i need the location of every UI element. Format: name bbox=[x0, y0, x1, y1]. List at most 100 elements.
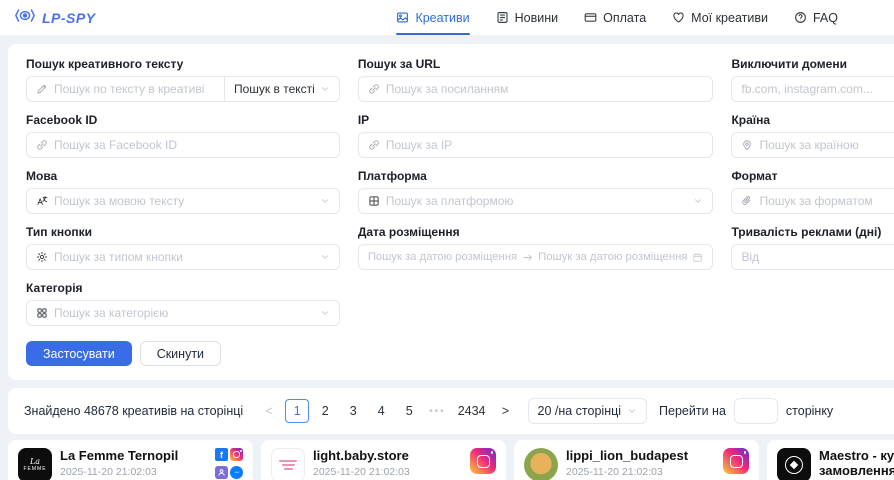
select-placeholder: Пошук за категорією bbox=[54, 306, 168, 320]
pin-icon bbox=[741, 139, 753, 151]
prev-page-button[interactable]: < bbox=[257, 399, 281, 423]
language-select[interactable]: Пошук за мовою тексту bbox=[26, 188, 340, 214]
nav-item-payment[interactable]: Оплата bbox=[584, 0, 646, 36]
next-page-button[interactable]: > bbox=[494, 399, 518, 423]
field-label: Тривалість реклами (дні) bbox=[731, 225, 894, 239]
reset-button[interactable]: Скинути bbox=[140, 341, 221, 366]
select-placeholder: Пошук за мовою тексту bbox=[54, 194, 184, 208]
results-bar: Знайдено 48678 креативів на сторінці < 1… bbox=[8, 388, 894, 434]
image-icon bbox=[396, 11, 409, 24]
field-url: Пошук за URL bbox=[358, 57, 714, 102]
exclude-domains-input[interactable] bbox=[741, 82, 894, 96]
page-button-5[interactable]: 5 bbox=[397, 399, 421, 423]
creative-date: 2025-11-20 21:02:03 bbox=[60, 466, 207, 478]
date-range-picker[interactable]: Пошук за датою розміщення Пошук за датою… bbox=[358, 244, 714, 270]
nav-item-news[interactable]: Новини bbox=[496, 0, 559, 36]
chevron-down-icon bbox=[320, 196, 330, 206]
chevron-down-icon bbox=[320, 252, 330, 262]
creative-card[interactable]: light.baby.store 2025-11-20 21:02:03 3 d… bbox=[261, 440, 506, 480]
field-label: Дата розміщення bbox=[358, 225, 714, 239]
format-control bbox=[731, 188, 894, 214]
advertiser-name: lippi_lion_budapest bbox=[566, 448, 715, 463]
nav-item-faq[interactable]: FAQ bbox=[794, 0, 838, 36]
page-button-last[interactable]: 2434 bbox=[454, 399, 490, 423]
field-label: Формат bbox=[731, 169, 894, 183]
duration-from-input[interactable] bbox=[741, 250, 894, 264]
audience-network-icon bbox=[215, 466, 228, 479]
pagination-ellipsis[interactable]: ••• bbox=[425, 399, 450, 423]
select-placeholder: Пошук за платформою bbox=[386, 194, 514, 208]
page-size-value: 20 /на сторінці bbox=[538, 404, 622, 418]
ip-input[interactable] bbox=[386, 138, 704, 152]
pagination: < 1 2 3 4 5 ••• 2434 > bbox=[257, 399, 517, 423]
field-category: Категорія Пошук за категорією bbox=[26, 281, 340, 326]
page-button-3[interactable]: 3 bbox=[341, 399, 365, 423]
link-icon bbox=[368, 83, 380, 95]
field-country: Країна bbox=[731, 113, 894, 158]
chevron-down-icon bbox=[320, 308, 330, 318]
paperclip-icon bbox=[741, 195, 753, 207]
creative-cards-row: La FEMME La Femme Ternopil 2025-11-20 21… bbox=[0, 440, 894, 480]
field-label: Країна bbox=[731, 113, 894, 127]
page-button-4[interactable]: 4 bbox=[369, 399, 393, 423]
field-exclude-domains: Виключити домени bbox=[731, 57, 894, 102]
nav-label: Креативи bbox=[415, 11, 469, 25]
field-language: Мова Пошук за мовою тексту bbox=[26, 169, 340, 214]
category-select[interactable]: Пошук за категорією bbox=[26, 300, 340, 326]
creative-text-input[interactable] bbox=[54, 82, 209, 96]
mode-value: Пошук в тексті bbox=[234, 82, 315, 96]
eye-spy-icon bbox=[14, 8, 36, 28]
field-label: Пошук креативного тексту bbox=[26, 57, 340, 71]
duration-from-control bbox=[731, 244, 894, 270]
date-from-placeholder: Пошук за датою розміщення bbox=[368, 251, 517, 263]
button-type-select[interactable]: Пошук за типом кнопки bbox=[26, 244, 340, 270]
url-input[interactable] bbox=[386, 82, 704, 96]
goto-page: Перейти на сторінку bbox=[659, 398, 833, 424]
avatar bbox=[271, 448, 305, 480]
facebook-id-input[interactable] bbox=[54, 138, 330, 152]
creative-card[interactable]: Maestro - кухні, меблі під замовлення в … bbox=[767, 440, 894, 480]
field-label: Платформа bbox=[358, 169, 714, 183]
platform-icons bbox=[723, 448, 749, 480]
avatar bbox=[524, 448, 558, 480]
field-platform: Платформа Пошук за платформою bbox=[358, 169, 714, 214]
app-header: LP-SPY Креативи Новини Оплата Мої креати… bbox=[0, 0, 894, 36]
field-label: Категорія bbox=[26, 281, 340, 295]
date-to-placeholder: Пошук за датою розміщення bbox=[538, 251, 687, 263]
creative-card[interactable]: La FEMME La Femme Ternopil 2025-11-20 21… bbox=[8, 440, 253, 480]
text-search-mode-select[interactable]: Пошук в тексті bbox=[224, 77, 339, 101]
arrow-right-icon bbox=[522, 252, 533, 263]
results-summary: Знайдено 48678 креативів на сторінці bbox=[24, 404, 243, 418]
avatar-text: La bbox=[30, 458, 40, 466]
field-label: Мова bbox=[26, 169, 340, 183]
instagram-icon bbox=[470, 448, 496, 474]
page-button-1[interactable]: 1 bbox=[285, 399, 309, 423]
nav-item-creatives[interactable]: Креативи bbox=[396, 0, 469, 36]
country-input[interactable] bbox=[759, 138, 894, 152]
brand-logo[interactable]: LP-SPY bbox=[14, 8, 96, 28]
avatar: La FEMME bbox=[18, 448, 52, 480]
platform-select[interactable]: Пошук за платформою bbox=[358, 188, 714, 214]
apply-button[interactable]: Застосувати bbox=[26, 341, 132, 366]
advertiser-name: La Femme Ternopil bbox=[60, 448, 207, 463]
goto-page-input[interactable] bbox=[734, 398, 778, 424]
nav-label: FAQ bbox=[813, 11, 838, 25]
gear-icon bbox=[36, 251, 48, 263]
format-input[interactable] bbox=[759, 194, 894, 208]
creative-card[interactable]: lippi_lion_budapest 2025-11-20 21:02:03 … bbox=[514, 440, 759, 480]
instagram-icon bbox=[230, 448, 243, 461]
platform-icons bbox=[470, 448, 496, 480]
creative-date: 2025-11-20 21:02:03 bbox=[313, 466, 462, 478]
ip-control bbox=[358, 132, 714, 158]
url-control bbox=[358, 76, 714, 102]
news-icon bbox=[496, 11, 509, 24]
field-facebook-id: Facebook ID bbox=[26, 113, 340, 158]
creative-date: 2025-11-20 21:02:03 bbox=[566, 466, 715, 478]
page-size-select[interactable]: 20 /на сторінці bbox=[528, 398, 648, 424]
field-label: Виключити домени bbox=[731, 57, 894, 71]
avatar bbox=[777, 448, 811, 480]
field-duration: Тривалість реклами (дні) bbox=[731, 225, 894, 270]
avatar-text: FEMME bbox=[23, 466, 46, 472]
page-button-2[interactable]: 2 bbox=[313, 399, 337, 423]
nav-item-my-creatives[interactable]: Мої креативи bbox=[672, 0, 768, 36]
